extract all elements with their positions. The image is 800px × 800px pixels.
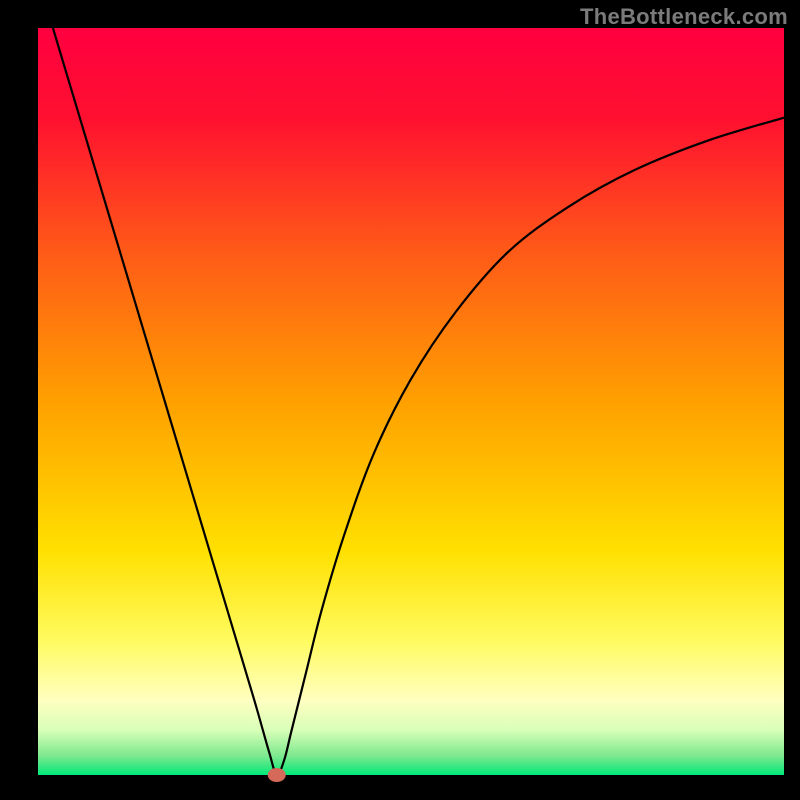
watermark-text: TheBottleneck.com	[580, 4, 788, 30]
plot-background	[38, 28, 784, 775]
bottleneck-chart	[0, 0, 800, 800]
minimum-marker	[268, 768, 286, 782]
chart-frame: TheBottleneck.com	[0, 0, 800, 800]
